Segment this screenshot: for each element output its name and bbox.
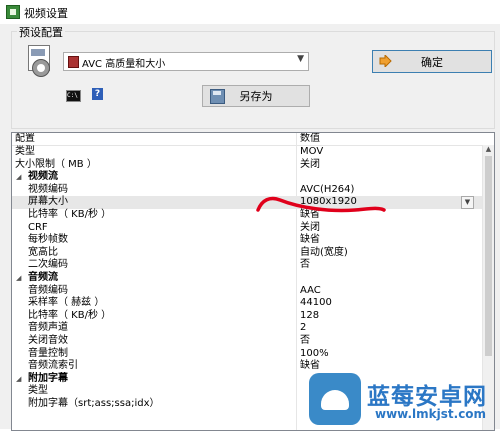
header-name: 配置	[15, 133, 35, 144]
property-name: 音频编码	[28, 284, 68, 296]
save-as-button-label: 另存为	[239, 90, 273, 103]
property-value[interactable]: 关闭	[300, 222, 320, 235]
property-value[interactable]: 关闭	[300, 159, 320, 172]
property-name: 附加字幕（srt;ass;ssa;idx）	[28, 398, 160, 409]
preset-format-icon	[68, 56, 79, 68]
grid-property-row[interactable]: 二次编码 否	[12, 259, 482, 272]
property-name: 采样率（ 赫兹 ）	[28, 297, 105, 309]
grid-property-row[interactable]: 比特率（ KB/秒 ） 128	[12, 310, 482, 323]
ok-button[interactable]: 确定	[372, 50, 492, 73]
property-name: 视频编码	[28, 183, 68, 195]
property-value[interactable]: 否	[300, 259, 310, 272]
grid-property-row[interactable]: 音频编码 AAC	[12, 285, 482, 298]
property-value[interactable]: 否	[300, 335, 310, 348]
property-name: 视频流	[28, 171, 58, 183]
property-name: 音量控制	[28, 347, 68, 359]
window-title: 视频设置	[24, 7, 68, 20]
preset-selected-value: AVC 高质量和大小	[82, 59, 166, 70]
preset-groupbox: 预设配置 AVC 高质量和大小 ▼ 确定 C:\ ? 另存为	[11, 24, 495, 129]
grid-category-row[interactable]: ◢ 音频流	[12, 272, 482, 285]
grid-property-row[interactable]: 音频声道 2	[12, 322, 482, 335]
property-name: 附加字幕	[28, 372, 68, 384]
property-name: 关闭音效	[28, 335, 68, 346]
collapse-triangle-icon[interactable]: ◢	[16, 272, 21, 285]
grid-property-row[interactable]: 屏幕大小 1080x1920 ▼	[12, 196, 482, 210]
property-value[interactable]: AVC(H264)	[300, 184, 354, 197]
property-value[interactable]: 2	[300, 322, 306, 335]
brand-url: www.lmkjst.com	[375, 407, 487, 421]
grid-property-row[interactable]: 视频编码 AVC(H264)	[12, 184, 482, 197]
brand-emblem	[309, 373, 361, 425]
property-name: 屏幕大小	[28, 196, 68, 208]
save-as-button[interactable]: 另存为	[202, 85, 310, 107]
scroll-up-icon[interactable]: ▲	[483, 145, 494, 155]
property-name: 类型	[15, 146, 35, 157]
scroll-thumb[interactable]	[485, 156, 492, 356]
property-value[interactable]: 缺省	[300, 209, 320, 222]
grid-header: 配置 数值	[12, 133, 482, 146]
grid-property-row[interactable]: 关闭音效 否	[12, 335, 482, 348]
property-value[interactable]: 100%	[300, 348, 329, 361]
grid-category-row[interactable]: ◢ 视频流	[12, 171, 482, 184]
help-icon[interactable]: ?	[92, 88, 103, 100]
collapse-triangle-icon[interactable]: ◢	[16, 171, 21, 184]
property-name: 大小限制（ MB ）	[15, 158, 97, 170]
grid-property-row[interactable]: 宽高比 自动(宽度)	[12, 247, 482, 260]
property-name: 比特率（ KB/秒 ）	[28, 209, 112, 220]
property-name: 宽高比	[28, 246, 58, 258]
grid-property-row[interactable]: CRF 关闭	[12, 222, 482, 235]
grid-property-row[interactable]: 采样率（ 赫兹 ） 44100	[12, 297, 482, 310]
property-value[interactable]: 1080x1920	[300, 196, 357, 209]
property-name: 音频声道	[28, 322, 68, 334]
property-value[interactable]: 自动(宽度)	[300, 247, 348, 260]
property-name: 音频流索引	[28, 360, 78, 372]
grid-property-row[interactable]: 每秒帧数 缺省	[12, 234, 482, 247]
grid-property-row[interactable]: 大小限制（ MB ） 关闭	[12, 159, 482, 172]
dialog-body: 预设配置 AVC 高质量和大小 ▼ 确定 C:\ ? 另存为 配置 数值 类型 M…	[0, 24, 500, 431]
title-bar: 视频设置	[0, 0, 500, 24]
property-value[interactable]: AAC	[300, 285, 321, 298]
property-name: 二次编码	[28, 259, 68, 271]
property-name: 类型	[28, 385, 48, 397]
brand-name: 蓝莓安卓网	[367, 384, 487, 410]
property-name: 音频流	[28, 272, 58, 283]
property-value[interactable]: 缺省	[300, 360, 320, 373]
preset-group-label: 预设配置	[17, 24, 65, 40]
collapse-triangle-icon[interactable]: ◢	[16, 373, 21, 386]
property-name: 比特率（ KB/秒 ）	[28, 309, 112, 321]
property-value[interactable]: 缺省	[300, 234, 320, 247]
value-dropdown-icon[interactable]: ▼	[461, 196, 474, 210]
property-value[interactable]: 128	[300, 310, 319, 323]
video-file-icon	[24, 45, 52, 77]
grid-property-row[interactable]: 音频流索引 缺省	[12, 360, 482, 373]
property-value[interactable]: MOV	[300, 146, 323, 159]
grid-property-row[interactable]: 类型 MOV	[12, 146, 482, 159]
app-icon	[6, 5, 20, 19]
ok-button-label: 确定	[421, 55, 443, 69]
chevron-down-icon: ▼	[297, 54, 304, 64]
grid-property-row[interactable]: 比特率（ KB/秒 ） 缺省	[12, 209, 482, 222]
property-value[interactable]: 44100	[300, 297, 332, 310]
header-value: 数值	[300, 133, 320, 144]
preset-dropdown[interactable]: AVC 高质量和大小 ▼	[63, 52, 309, 71]
property-name: 每秒帧数	[28, 234, 68, 246]
command-line-icon[interactable]: C:\	[66, 90, 81, 102]
property-name: CRF	[28, 221, 48, 233]
grid-property-row[interactable]: 音量控制 100%	[12, 348, 482, 361]
watermark-logo: 蓝莓安卓网 www.lmkjst.com	[309, 373, 499, 429]
